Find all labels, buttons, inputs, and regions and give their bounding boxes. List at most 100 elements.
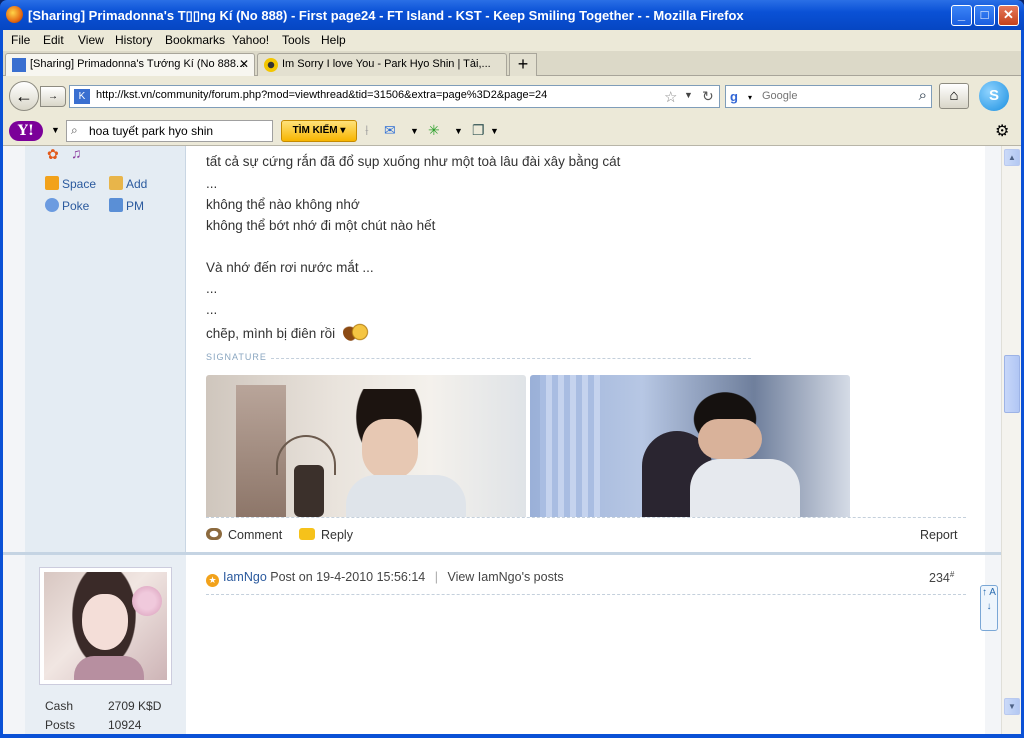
poke-link[interactable]: Poke — [45, 198, 89, 213]
window-title: [Sharing] Primadonna's T▯▯ng Kí (No 888)… — [28, 8, 744, 23]
music-site-icon — [264, 58, 278, 72]
stat-label-posts: Posts — [45, 718, 76, 732]
tab-label: Im Sorry I love You - Park Hyo Shin | Tà… — [282, 58, 491, 70]
widget-icon[interactable]: ✳ — [428, 122, 440, 139]
stat-value-posts: 10924 — [108, 718, 142, 732]
menu-help[interactable]: Help — [321, 33, 346, 47]
yahoo-search-box[interactable]: ⌕ — [66, 120, 273, 142]
mail-dropdown-icon[interactable]: ▼ — [410, 126, 419, 136]
right-gutter — [985, 146, 1001, 734]
tab-sharing-primadonna[interactable]: [Sharing] Primadonna's Tướng Kí (No 888.… — [5, 53, 255, 76]
widget-dropdown-icon[interactable]: ▼ — [454, 126, 463, 136]
post-text-line: không thể nào không nhớ — [206, 197, 360, 212]
smiley-icon — [342, 323, 369, 341]
signature-label: SIGNATURE — [206, 352, 267, 362]
signature-divider — [271, 358, 751, 359]
reply-icon — [299, 528, 315, 540]
side-navigation-button[interactable]: ↑ A ↓ — [980, 585, 998, 631]
yahoo-dropdown-icon[interactable]: ▼ — [51, 125, 60, 135]
close-button[interactable]: ✕ — [998, 5, 1019, 26]
post-floor-number[interactable]: 234# — [929, 570, 954, 585]
scroll-up-arrow-icon[interactable]: ▲ — [1004, 149, 1020, 166]
navigation-bar: ← → K ☆ ▼ ↻ g ▾ ⌕ ⌂ S — [3, 76, 1021, 116]
signature-image-couple-hug — [530, 375, 850, 517]
yahoo-search-input[interactable] — [89, 124, 269, 138]
menu-yahoo[interactable]: Yahoo! — [232, 33, 269, 47]
menu-tools[interactable]: Tools — [282, 33, 310, 47]
home-icon — [45, 176, 59, 190]
search-engine-dropdown-icon[interactable]: ▾ — [748, 93, 752, 102]
view-author-posts-link[interactable]: View IamNgo's posts — [447, 570, 563, 584]
search-icon: ⌕ — [71, 123, 78, 137]
vertical-scrollbar[interactable]: ▲ ▼ — [1001, 146, 1021, 734]
tab-bar: [Sharing] Primadonna's Tướng Kí (No 888.… — [3, 51, 1021, 76]
gear-icon[interactable]: ⚙ — [995, 121, 1009, 141]
scroll-thumb[interactable] — [1004, 355, 1020, 413]
poke-icon — [45, 198, 59, 212]
bookmark-star-icon[interactable]: ☆ — [664, 88, 677, 106]
yahoo-logo[interactable]: Y! — [9, 121, 43, 141]
post-footer-divider — [206, 517, 966, 518]
skype-icon[interactable]: S — [979, 81, 1009, 111]
menu-edit[interactable]: Edit — [43, 33, 64, 47]
mail-icon[interactable]: ✉ — [384, 122, 396, 139]
stat-label-cash: Cash — [45, 699, 74, 713]
space-link[interactable]: Space — [45, 176, 96, 191]
reply-button[interactable]: Reply — [299, 528, 353, 542]
signature-image-man-hangers — [206, 375, 526, 517]
author-link[interactable]: IamNgo — [223, 570, 267, 584]
title-bar: [Sharing] Primadonna's T▯▯ng Kí (No 888)… — [0, 0, 1024, 30]
yahoo-search-button[interactable]: TÌM KIẾM ▾ — [281, 120, 357, 142]
search-input[interactable] — [762, 90, 902, 102]
home-button[interactable]: ⌂ — [939, 83, 969, 109]
menu-file[interactable]: File — [11, 33, 30, 47]
meta-separator: | — [434, 570, 438, 584]
kst-site-icon: K — [74, 89, 90, 104]
search-icon[interactable]: ⌕ — [919, 87, 927, 104]
tab-close-icon[interactable]: ✕ — [239, 57, 249, 71]
comment-icon — [206, 528, 222, 540]
post-meta: ★ IamNgo Post on 19-4-2010 15:56:14 | Vie… — [206, 570, 564, 587]
handshake-icon — [109, 176, 123, 190]
post-text-cut: ⋯ — [206, 146, 220, 150]
avatar[interactable] — [40, 568, 171, 684]
pages-icon[interactable]: ❐ — [472, 122, 485, 139]
scroll-down-arrow-icon[interactable]: ▼ — [1004, 698, 1020, 715]
medal-icon: ✿ — [47, 146, 59, 162]
menu-view[interactable]: View — [78, 33, 104, 47]
kst-site-icon — [12, 58, 26, 72]
left-gutter — [3, 146, 25, 734]
menu-bookmarks[interactable]: Bookmarks — [165, 33, 225, 47]
post-text-line: Và nhớ đến rơi nước mắt ... — [206, 260, 374, 275]
search-bar[interactable]: g ▾ ⌕ — [725, 85, 932, 108]
tab-im-sorry-i-love-you[interactable]: Im Sorry I love You - Park Hyo Shin | Tà… — [257, 53, 507, 76]
post-separator — [3, 552, 1001, 555]
google-icon[interactable]: g — [730, 89, 746, 105]
url-bar[interactable]: K ☆ ▼ ↻ — [69, 85, 720, 108]
reload-icon[interactable]: ↻ — [702, 88, 714, 105]
stat-value-cash: 2709 K$D — [108, 699, 162, 713]
post-meta-divider — [206, 594, 966, 595]
forward-button[interactable]: → — [40, 86, 66, 107]
firefox-icon — [6, 6, 23, 23]
menu-history[interactable]: History — [115, 33, 152, 47]
post-text-line: chẽp, mình bị điên rồi — [206, 323, 369, 341]
comment-button[interactable]: Comment — [206, 528, 282, 542]
mail-icon — [109, 198, 123, 212]
maximize-button[interactable]: □ — [974, 5, 995, 26]
online-star-icon: ★ — [206, 574, 219, 587]
post-text-line: tất cả sự cứng rắn đã đổ sụp xuống như m… — [206, 154, 621, 169]
pages-dropdown-icon[interactable]: ▼ — [490, 126, 499, 136]
url-dropdown-icon[interactable]: ▼ — [684, 90, 693, 100]
post-text-line: ... — [206, 176, 218, 191]
post-text-line: ... — [206, 281, 218, 296]
tab-label: [Sharing] Primadonna's Tướng Kí (No 888.… — [30, 58, 246, 70]
report-button[interactable]: Report — [920, 528, 958, 542]
minimize-button[interactable]: _ — [951, 5, 972, 26]
back-button[interactable]: ← — [9, 81, 39, 111]
url-input[interactable] — [96, 89, 656, 101]
new-tab-button[interactable]: + — [509, 53, 537, 76]
page-content: ✿ ♫ Space Add Poke PM ⋯ tất cả sự cứng r… — [3, 146, 1001, 734]
pm-link[interactable]: PM — [109, 198, 144, 213]
add-friend-link[interactable]: Add — [109, 176, 147, 191]
